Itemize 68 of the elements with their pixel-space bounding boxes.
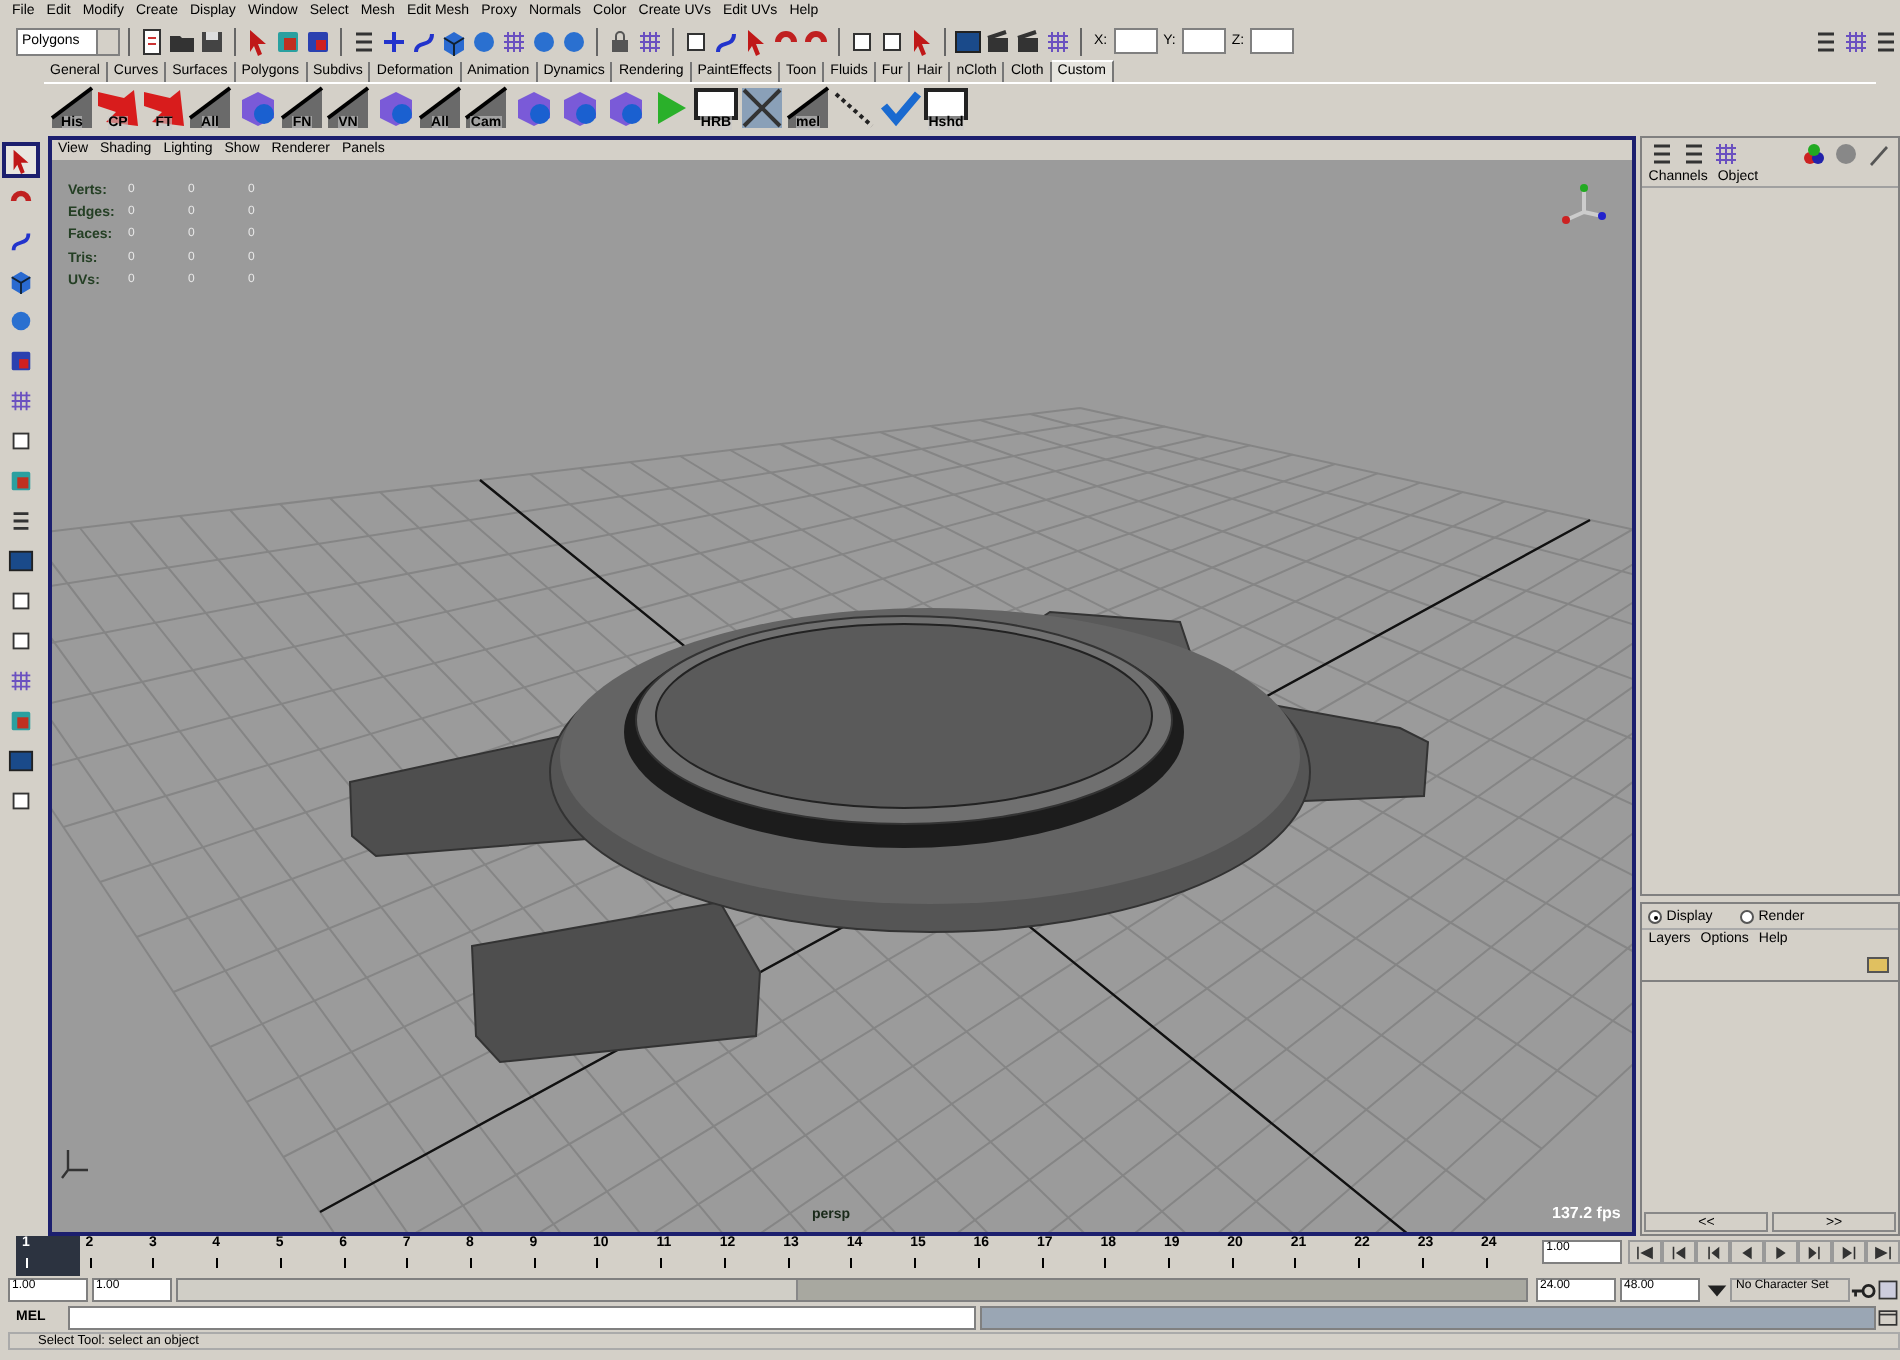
diagonal-icon [786, 86, 830, 130]
step-forward-key-icon [1838, 1241, 1861, 1263]
grid-icon[interactable] [500, 27, 528, 55]
lines-icon[interactable] [350, 27, 378, 55]
step-forward-frame-button[interactable] [1798, 1240, 1833, 1264]
radio-button[interactable] [1648, 910, 1663, 925]
square-icon [8, 467, 35, 493]
diagonal-icon [280, 86, 324, 130]
grid-icon [8, 667, 35, 693]
sphere-icon [8, 307, 35, 333]
diagonal-icon [188, 86, 232, 130]
radio-button[interactable] [1740, 910, 1755, 925]
square-icon[interactable] [304, 27, 332, 55]
grid-icon[interactable] [1712, 140, 1741, 168]
frame-rate: 137.2 fps [1552, 1206, 1621, 1224]
preferences-icon[interactable] [1876, 1278, 1900, 1302]
diagonal-icon [50, 86, 94, 130]
go-to-end-icon [1872, 1241, 1894, 1263]
range-slider[interactable] [176, 1278, 1528, 1302]
monitor-icon[interactable] [954, 27, 982, 55]
document-icon[interactable] [138, 27, 166, 55]
cross-icon [740, 86, 784, 130]
lines-icon[interactable] [1812, 27, 1840, 55]
arrow-icon [96, 86, 140, 130]
grid-icon[interactable] [1842, 27, 1870, 55]
origin-axis-icon [60, 1148, 90, 1180]
square-icon [8, 707, 35, 733]
pencil-icon[interactable] [1864, 140, 1892, 168]
go-to-start-button[interactable] [1628, 1240, 1663, 1264]
square-icon[interactable] [274, 27, 302, 55]
lines-icon[interactable] [1872, 27, 1900, 55]
play-button[interactable] [1764, 1240, 1799, 1264]
sphere-icon[interactable] [560, 27, 588, 55]
window-icon[interactable] [1876, 1306, 1900, 1330]
go-to-start-icon [1634, 1241, 1657, 1263]
play-backward-button[interactable] [1730, 1240, 1765, 1264]
coordinate-field[interactable] [1113, 28, 1158, 54]
step-forward-key-button[interactable] [1832, 1240, 1867, 1264]
step-back-key-button[interactable] [1662, 1240, 1697, 1264]
sphere-icon[interactable] [530, 27, 558, 55]
step-back-frame-button[interactable] [1696, 1240, 1731, 1264]
plus-icon[interactable] [380, 27, 408, 55]
coordinate-field[interactable] [1250, 28, 1295, 54]
lock-icon[interactable] [606, 27, 634, 55]
monitor-icon [8, 547, 35, 573]
monitor-icon [8, 747, 35, 773]
cube-icon [8, 267, 35, 293]
step-back-frame-icon [1702, 1241, 1725, 1263]
diagonal-icon [418, 86, 462, 130]
clapper-icon[interactable] [984, 27, 1012, 55]
grid-icon[interactable] [636, 27, 664, 55]
tool-button[interactable] [2, 142, 41, 178]
coordinate-field[interactable] [1181, 28, 1226, 54]
grid-icon [8, 387, 35, 413]
go-to-end-button[interactable] [1866, 1240, 1900, 1264]
diagonal-icon [326, 86, 370, 130]
square-icon [8, 347, 35, 373]
grid-icon[interactable] [1044, 27, 1072, 55]
view-axis-icon [1561, 184, 1606, 224]
step-back-key-icon [1668, 1241, 1691, 1263]
check-icon [878, 86, 922, 130]
cube-icon[interactable] [440, 27, 468, 55]
arrow-icon [142, 86, 186, 130]
command-input[interactable] [67, 1306, 977, 1330]
color-balls-icon[interactable] [1800, 140, 1828, 168]
shelf-button[interactable] [740, 86, 784, 130]
clapper-icon[interactable] [1014, 27, 1042, 55]
diagonal-icon [464, 86, 508, 130]
